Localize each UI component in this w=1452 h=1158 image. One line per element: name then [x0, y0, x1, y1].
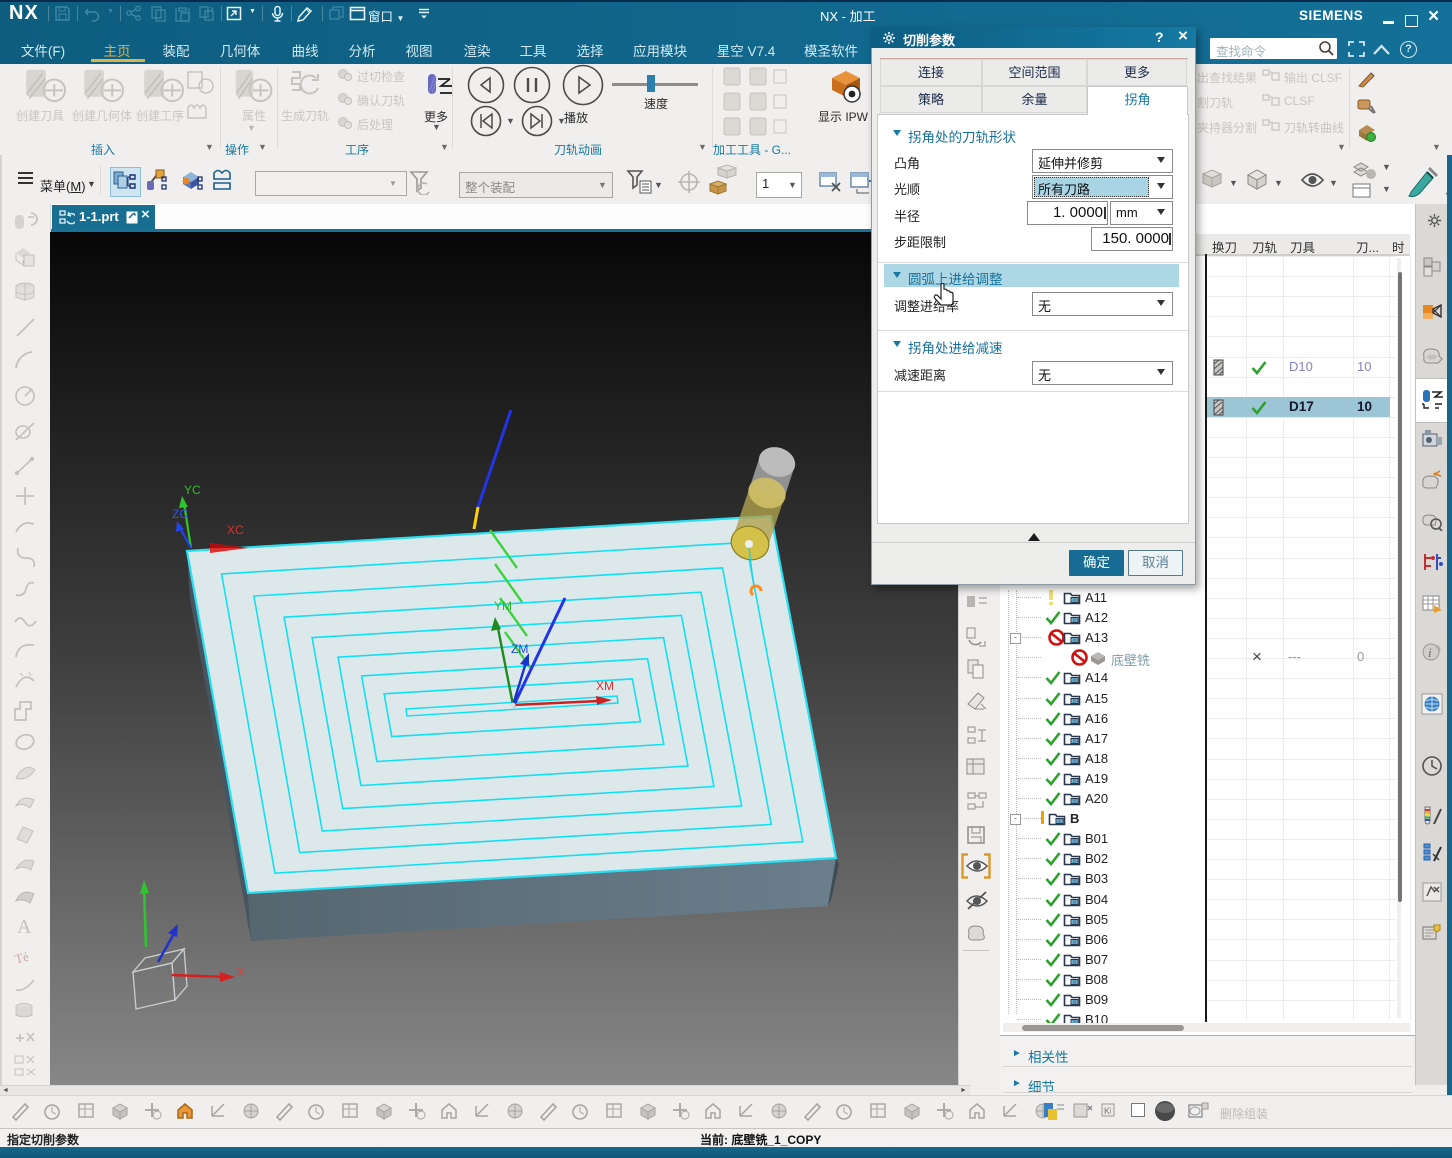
svg-text:XM: XM: [596, 679, 614, 693]
svg-text:YM: YM: [494, 599, 512, 613]
svg-text:ZC: ZC: [172, 507, 188, 521]
svg-text:YC: YC: [184, 483, 201, 497]
svg-text:Kʲ: Kʲ: [1104, 1106, 1111, 1116]
svg-text:X: X: [237, 965, 245, 979]
svg-text:A: A: [17, 916, 32, 938]
svg-text:XC: XC: [227, 523, 244, 537]
svg-text:i: i: [1428, 645, 1432, 660]
svg-text:ZM: ZM: [511, 642, 528, 656]
svg-text:Té: Té: [13, 948, 30, 966]
